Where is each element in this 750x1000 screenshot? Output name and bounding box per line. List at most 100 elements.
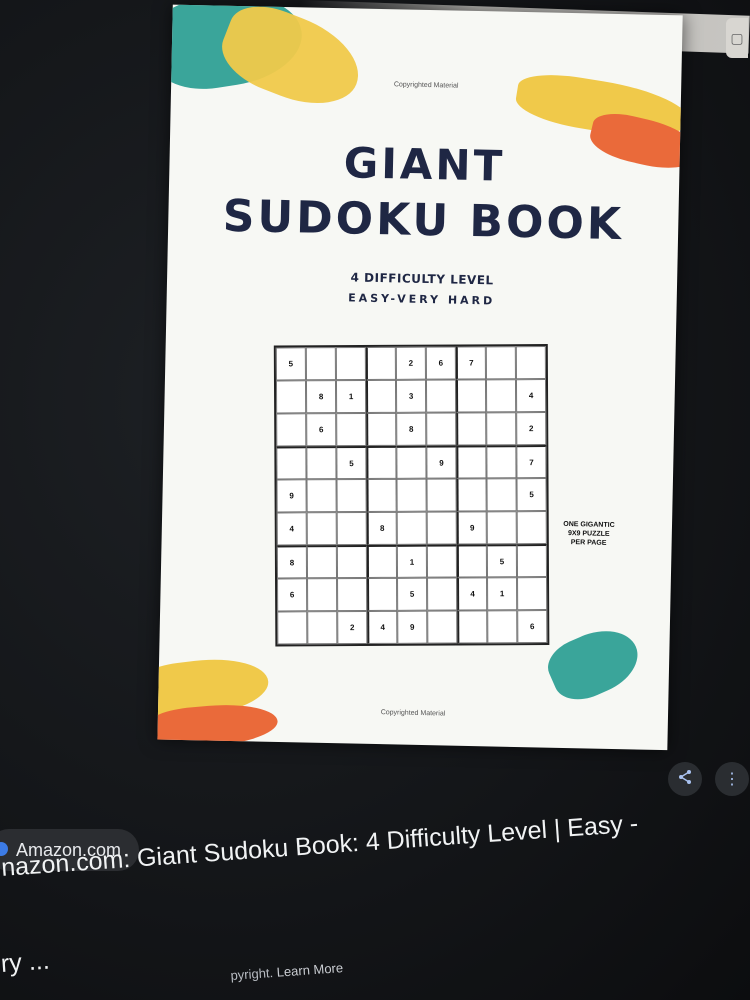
sudoku-grid: 526781346825979548981565412496 <box>273 344 550 647</box>
sudoku-cell <box>456 445 487 479</box>
sudoku-cell <box>456 412 487 446</box>
sudoku-cell <box>485 346 516 380</box>
sudoku-cell: 8 <box>396 412 427 446</box>
sudoku-cell <box>366 445 397 479</box>
sudoku-cell <box>516 511 547 545</box>
sudoku-cell <box>396 445 427 479</box>
sudoku-cell <box>516 544 548 578</box>
sudoku-cell: 9 <box>426 445 457 479</box>
more-vert-icon: ⋮ <box>724 771 740 788</box>
sudoku-cell <box>366 412 397 446</box>
share-icon <box>677 769 693 790</box>
side-note-line: PER PAGE <box>570 539 607 547</box>
sudoku-cell: 5 <box>275 347 306 381</box>
sudoku-cell <box>457 610 488 644</box>
sudoku-cell: 4 <box>276 512 307 546</box>
sudoku-cell: 3 <box>395 379 427 413</box>
sudoku-cell <box>396 511 427 545</box>
sudoku-cell: 1 <box>335 379 367 414</box>
sudoku-cell <box>366 544 398 578</box>
sudoku-cell <box>487 610 518 644</box>
sudoku-cell <box>486 511 517 545</box>
book-title-line1: GIANT <box>343 138 506 191</box>
sudoku-cell <box>485 379 517 413</box>
sudoku-cell: 2 <box>395 346 426 380</box>
sudoku-cell <box>276 413 307 447</box>
result-title-continued[interactable]: ry ... <box>0 947 51 979</box>
sudoku-cell: 1 <box>396 544 428 578</box>
sudoku-cell <box>336 544 368 579</box>
sudoku-cell <box>517 577 548 611</box>
sudoku-cell <box>307 578 338 612</box>
sudoku-cell: 6 <box>306 413 337 447</box>
sudoku-cell: 9 <box>397 610 428 644</box>
sudoku-cell <box>367 577 398 611</box>
sudoku-cell: 8 <box>276 545 308 579</box>
learn-more-link[interactable]: Learn More <box>276 960 343 980</box>
sudoku-cell <box>275 380 307 414</box>
sudoku-cell: 5 <box>397 577 428 611</box>
sudoku-cell: 1 <box>487 577 518 611</box>
sudoku-cell <box>425 379 457 413</box>
sudoku-cell <box>426 544 458 578</box>
sudoku-cell <box>306 446 337 480</box>
rights-text: pyright. <box>230 965 274 983</box>
sudoku-cell <box>515 346 546 380</box>
sudoku-cell <box>426 478 457 512</box>
sudoku-cell: 9 <box>276 479 307 513</box>
book-cover-image[interactable]: Copyrighted Material GIANT SUDOKU BOOK 4… <box>157 4 692 756</box>
teal-splash-bottom-right <box>540 617 648 710</box>
more-options-button[interactable]: ⋮ <box>715 762 749 796</box>
sudoku-cell <box>365 346 396 380</box>
sudoku-cell: 4 <box>457 577 488 611</box>
yellow-splash-top-left <box>212 4 372 120</box>
copyright-top: Copyrighted Material <box>393 81 459 90</box>
book-title-line2: SUDOKU BOOK <box>222 190 625 251</box>
sudoku-cell: 7 <box>516 445 547 479</box>
sudoku-cell <box>427 610 458 644</box>
sudoku-cell <box>455 379 487 413</box>
sudoku-cell: 6 <box>425 346 456 380</box>
sudoku-cell <box>336 412 367 447</box>
sudoku-cell: 6 <box>517 610 548 644</box>
sudoku-cell: 7 <box>455 346 486 380</box>
sudoku-cell: 8 <box>305 380 337 414</box>
book-cover: Copyrighted Material GIANT SUDOKU BOOK 4… <box>157 4 683 751</box>
sudoku-cell <box>486 478 517 512</box>
sudoku-cell: 5 <box>486 544 518 578</box>
sudoku-cell <box>426 511 457 545</box>
sudoku-cell: 4 <box>367 610 398 644</box>
sudoku-cell: 4 <box>515 379 547 413</box>
sudoku-cell <box>427 577 458 611</box>
sudoku-cell <box>456 478 487 512</box>
sudoku-cell <box>336 478 367 513</box>
sudoku-cell <box>486 445 517 479</box>
rights-line: pyright. Learn More <box>230 960 344 983</box>
sudoku-cell <box>305 347 336 381</box>
sudoku-cell: 2 <box>337 610 368 645</box>
sudoku-cell: 5 <box>516 478 547 512</box>
sudoku-cell <box>336 511 367 546</box>
result-title-line1: nazon.com: Giant Sudoku Book: 4 Difficul… <box>0 809 639 882</box>
sudoku-cell <box>307 611 338 645</box>
sudoku-cell: 8 <box>366 511 397 545</box>
corner-tab-button[interactable]: ▢ <box>726 18 748 58</box>
share-button[interactable] <box>668 762 702 796</box>
sudoku-cell <box>277 611 308 645</box>
sudoku-cell <box>426 412 457 446</box>
sudoku-cell <box>365 379 397 413</box>
sudoku-cell <box>276 446 307 480</box>
sudoku-cell: 9 <box>456 511 487 545</box>
sudoku-cell: 6 <box>277 578 308 612</box>
sudoku-cell <box>366 478 397 512</box>
sudoku-cell <box>396 478 427 512</box>
sudoku-cell <box>486 412 517 446</box>
sudoku-cell <box>456 544 488 578</box>
subtitle-difficulty: 4 DIFFICULTY LEVEL <box>350 270 494 288</box>
side-note: ONE GIGANTIC 9X9 PUZZLE PER PAGE <box>549 520 630 549</box>
result-title-link[interactable]: nazon.com: Giant Sudoku Book: 4 Difficul… <box>0 797 750 886</box>
sudoku-cell: 2 <box>516 412 547 446</box>
sudoku-cell <box>335 346 366 381</box>
sudoku-cell: 5 <box>336 445 367 480</box>
subtitle-range: EASY-VERY HARD <box>348 291 496 308</box>
